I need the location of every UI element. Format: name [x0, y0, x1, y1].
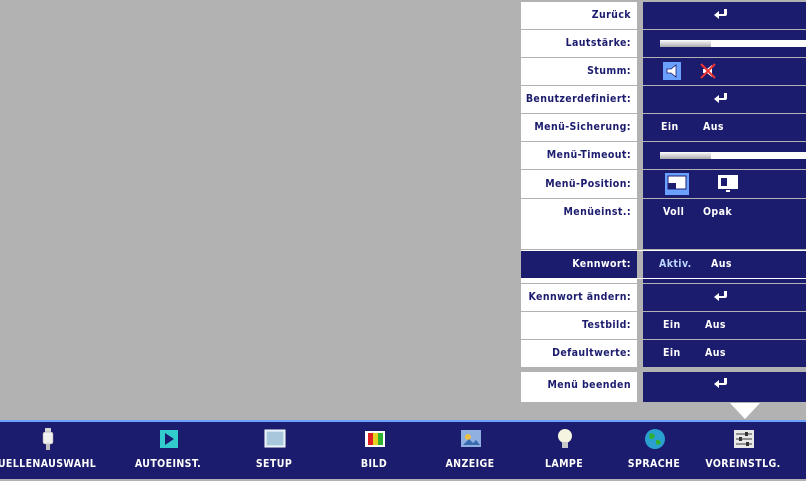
menu-gap-value: [643, 225, 806, 249]
toolbar-item-setup[interactable]: SETUP: [229, 422, 319, 481]
option-aus[interactable]: Aus: [705, 312, 726, 339]
menu-item-label: Menüeinst.:: [521, 199, 637, 225]
option-aus[interactable]: Aus: [703, 114, 724, 141]
menu-item-label: Benutzerdefiniert:: [521, 86, 637, 113]
toolbar-item-label: UELLENAUSWAHL: [0, 458, 97, 470]
menu-item-value: Ein Aus: [643, 312, 806, 339]
menu-item-value: Aktiv. Aus: [643, 251, 806, 278]
menu-item-value: Ein Aus: [643, 114, 806, 141]
toolbar-item-anzeige[interactable]: ANZEIGE: [425, 422, 515, 481]
language-globe-icon: [645, 429, 665, 449]
return-arrow-icon[interactable]: [713, 92, 729, 106]
volume-slider-fill: [660, 40, 712, 47]
toolbar-item-lampe[interactable]: LAMPE: [519, 422, 609, 481]
menu-item-value: [643, 372, 806, 402]
menu-item-value: [643, 284, 806, 311]
option-voll[interactable]: Voll: [663, 199, 684, 225]
speaker-mute-icon[interactable]: [699, 62, 717, 80]
menu-item-value: [643, 2, 806, 29]
option-ein[interactable]: Ein: [663, 312, 681, 339]
timeout-slider[interactable]: [660, 152, 806, 159]
menu-item-value: [643, 58, 806, 85]
toolbar-item-sprache[interactable]: SPRACHE: [609, 422, 699, 481]
source-plug-icon: [42, 428, 54, 450]
setup-screen-icon: [264, 429, 286, 448]
menu-item-value: Ein Aus: [643, 340, 806, 367]
menu-item-label: Menü-Timeout:: [521, 142, 637, 169]
option-aktiv[interactable]: Aktiv.: [659, 251, 692, 278]
preferences-sliders-icon: [734, 430, 754, 448]
menu-item-kennwort-aendern[interactable]: Kennwort ändern:: [521, 284, 806, 311]
return-arrow-icon[interactable]: [713, 290, 729, 304]
menu-gap-label: [521, 225, 637, 249]
option-aus[interactable]: Aus: [711, 251, 732, 278]
menu-item-lautstaerke[interactable]: Lautstärke:: [521, 30, 806, 57]
menu-item-menue-sicherung[interactable]: Menü-Sicherung: Ein Aus: [521, 114, 806, 141]
menu-item-value: [643, 170, 806, 198]
menu-item-benutzerdefiniert[interactable]: Benutzerdefiniert:: [521, 86, 806, 113]
menu-item-label: Kennwort ändern:: [521, 284, 637, 311]
lamp-bulb-icon: [558, 429, 572, 448]
menu-item-label: Menü beenden: [521, 372, 637, 402]
toolbar-item-bild[interactable]: BILD: [329, 422, 419, 481]
menu-item-label: Kennwort:: [521, 251, 637, 278]
menu-item-defaultwerte[interactable]: Defaultwerte: Ein Aus: [521, 340, 806, 367]
auto-play-icon: [160, 430, 178, 448]
menu-item-label: Defaultwerte:: [521, 340, 637, 367]
toolbar-item-quellenauswahl[interactable]: UELLENAUSWAHL: [0, 422, 96, 481]
active-menu-pointer: [730, 403, 760, 419]
menu-item-value: Voll Opak: [643, 199, 806, 225]
volume-slider[interactable]: [660, 40, 806, 47]
menu-item-kennwort[interactable]: Kennwort: Aktiv. Aus: [521, 250, 806, 279]
menu-item-label: Menü-Position:: [521, 170, 637, 198]
picture-color-icon: [365, 431, 385, 447]
position-bottom-left-icon[interactable]: [665, 173, 689, 195]
toolbar-item-voreinstlg[interactable]: VOREINSTLG.: [698, 422, 788, 481]
menu-item-value: [643, 30, 806, 57]
osd-toolbar: UELLENAUSWAHL AUTOEINST. SETUP BILD ANZE…: [0, 420, 806, 479]
menu-gap-label-2: [521, 279, 637, 283]
menu-item-menue-position[interactable]: Menü-Position:: [521, 170, 806, 198]
option-ein[interactable]: Ein: [663, 340, 681, 367]
menu-gap-value-2: [643, 279, 806, 283]
menu-item-label: Zurück: [521, 2, 637, 29]
speaker-on-icon[interactable]: [663, 62, 681, 80]
menu-item-testbild[interactable]: Testbild: Ein Aus: [521, 312, 806, 339]
menu-item-value: [643, 142, 806, 169]
menu-item-label: Menü-Sicherung:: [521, 114, 637, 141]
return-arrow-icon[interactable]: [713, 377, 729, 391]
toolbar-item-autoeinst[interactable]: AUTOEINST.: [123, 422, 213, 481]
menu-item-menue-beenden[interactable]: Menü beenden: [521, 372, 806, 402]
option-ein[interactable]: Ein: [661, 114, 679, 141]
return-arrow-icon[interactable]: [713, 8, 729, 22]
timeout-slider-fill: [660, 152, 712, 159]
menu-item-value: [643, 86, 806, 113]
menu-item-menueeinst[interactable]: Menüeinst.: Voll Opak: [521, 199, 806, 225]
menu-item-label: Testbild:: [521, 312, 637, 339]
menu-item-label: Stumm:: [521, 58, 637, 85]
menu-item-menue-timeout[interactable]: Menü-Timeout:: [521, 142, 806, 169]
position-top-left-icon[interactable]: [717, 173, 739, 195]
osd-menu-panel: Zurück Lautstärke: Stumm: Benutzerdefini…: [521, 2, 806, 406]
toolbar-item-label: VOREINSTLG.: [705, 458, 781, 470]
option-aus[interactable]: Aus: [705, 340, 726, 367]
menu-item-zurueck[interactable]: Zurück: [521, 2, 806, 29]
menu-item-label: Lautstärke:: [521, 30, 637, 57]
menu-item-stumm[interactable]: Stumm:: [521, 58, 806, 85]
display-icon: [461, 430, 481, 447]
option-opak[interactable]: Opak: [703, 199, 732, 225]
